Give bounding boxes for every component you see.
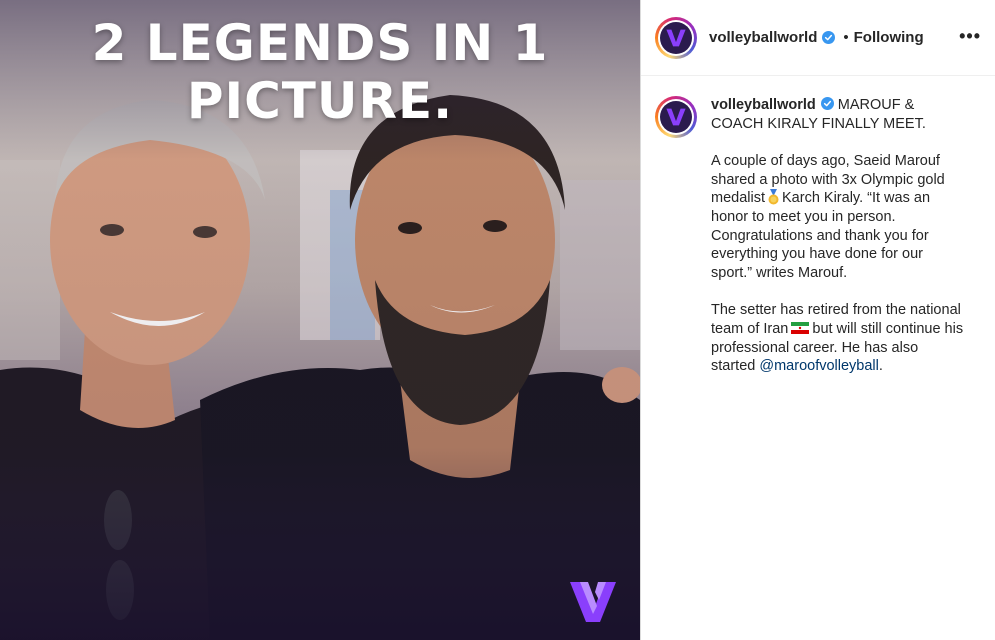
caption-text: volleyballworld MAROUF & COACH KIRALY FI… [711, 96, 966, 395]
caption-avatar[interactable] [655, 96, 697, 138]
caption-avatar-logo-icon [666, 108, 686, 126]
image-headline: 2 LEGENDS IN 1 PICTURE. [0, 14, 640, 130]
volleyballworld-logo [570, 582, 616, 622]
caption-username[interactable]: volleyballworld [711, 97, 816, 113]
post-image[interactable]: 2 LEGENDS IN 1 PICTURE. [0, 0, 640, 640]
iran-flag-emoji [791, 321, 810, 334]
header-separator: • [843, 29, 849, 46]
avatar-logo-icon [666, 29, 686, 46]
caption: volleyballworld MAROUF & COACH KIRALY FI… [641, 76, 995, 395]
avatar[interactable] [655, 16, 697, 59]
mention-link[interactable]: @maroofvolleyball [759, 358, 879, 374]
headline-line-2: PICTURE. [186, 72, 454, 130]
headline-line-1: 2 LEGENDS IN 1 [91, 14, 549, 72]
caption-title-paragraph: volleyballworld MAROUF & COACH KIRALY FI… [711, 96, 966, 133]
post-header: volleyballworld • Following ••• [641, 0, 995, 76]
caption-paragraph-2: The setter has retired from the national… [711, 301, 966, 375]
caption-paragraph-1: A couple of days ago, Saeid Marouf share… [711, 152, 966, 282]
gold-medal-emoji [768, 189, 779, 205]
more-options-icon[interactable]: ••• [959, 27, 981, 45]
header-username[interactable]: volleyballworld [709, 29, 817, 46]
caption-p2-end: . [878, 358, 883, 375]
post-sidebar: volleyballworld • Following ••• volleyba… [640, 0, 995, 640]
verified-badge-icon [822, 31, 836, 44]
following-button[interactable]: Following [854, 29, 924, 46]
caption-verified-badge-icon [820, 97, 834, 110]
